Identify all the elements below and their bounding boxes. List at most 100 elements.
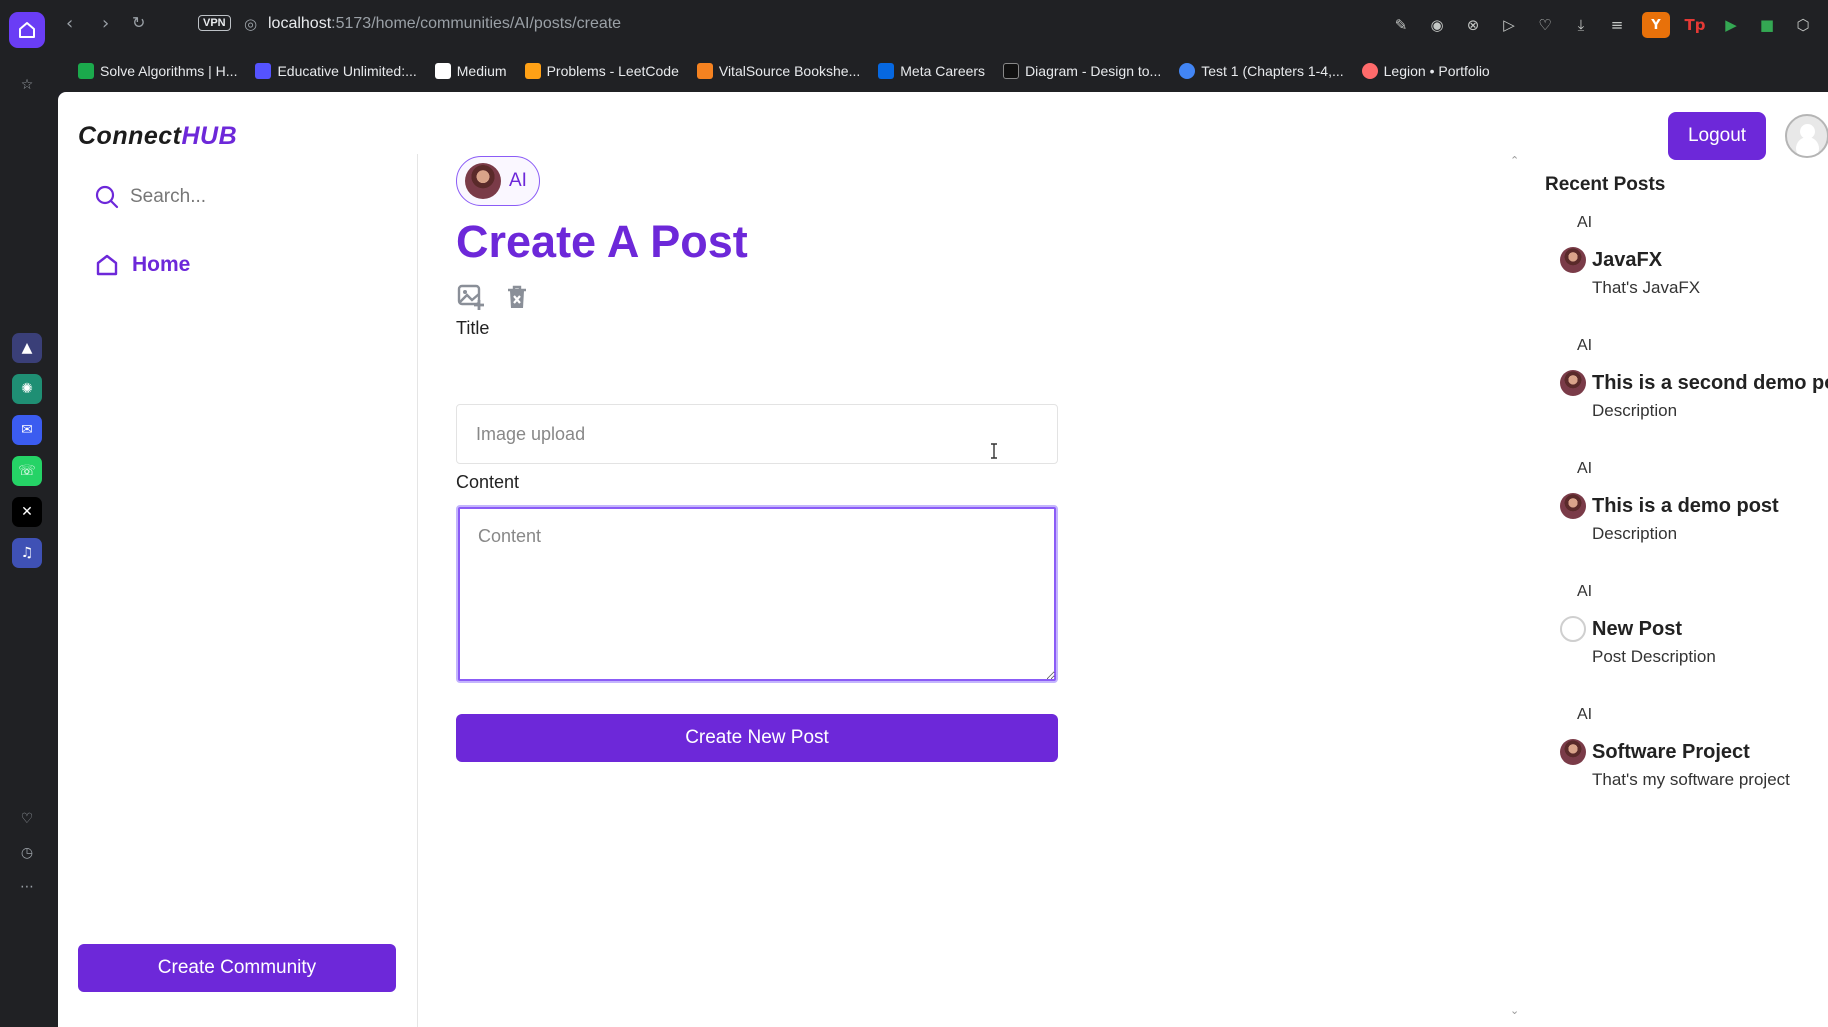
bookmark-item[interactable]: Test 1 (Chapters 1-4,... [1179,63,1344,79]
bookmark-favicon-icon [524,63,541,79]
home-icon [96,254,118,276]
bookmark-favicon-icon [878,63,895,79]
post-community: AI [1577,460,1593,477]
community-avatar [465,163,501,199]
left-sidebar: Home Create Community [58,154,418,1027]
scroll-up-icon[interactable]: ⌃ [1510,154,1519,167]
search-input[interactable] [130,186,330,208]
nav-home-label: Home [132,253,191,276]
content-textarea[interactable] [456,505,1058,683]
browser-home-icon[interactable] [9,12,45,48]
extension-tp-icon[interactable]: Tp [1684,14,1706,36]
toolbar-actions: ✎ ◉ ⊗ ▷ ♡ ⤓ ≡ Y Tp ▶ ■ ⬡ [1390,12,1814,38]
recent-post-item[interactable]: AI This is a second demo post Descriptio… [1560,337,1828,421]
camera-icon[interactable]: ◉ [1426,14,1448,36]
post-community: AI [1577,706,1593,723]
recent-post-item[interactable]: AI New Post Post Description [1560,583,1828,667]
post-avatar [1560,616,1586,642]
bookmark-item[interactable]: Problems - LeetCode [524,63,679,79]
post-community: AI [1577,337,1593,354]
vpn-badge[interactable]: VPN [198,15,231,31]
post-description: Post Description [1592,647,1716,666]
post-title: Software Project [1592,740,1750,763]
post-description: That's my software project [1592,770,1790,789]
add-image-icon[interactable] [456,282,486,312]
shield-icon[interactable]: ⊗ [1462,14,1484,36]
search-box [94,184,330,210]
x-icon[interactable]: ✕ [12,497,42,527]
post-title: This is a demo post [1592,494,1779,517]
scroll-down-icon[interactable]: ⌄ [1510,1004,1519,1017]
bookmark-item[interactable]: Medium [434,63,507,79]
menu-icon[interactable]: ≡ [1606,14,1628,36]
more-icon[interactable]: ⋯ [12,872,42,902]
bookmark-favicon-icon [1361,63,1378,79]
post-community: AI [1577,214,1593,231]
address-bar[interactable]: localhost:5173/home/communities/AI/posts… [268,15,621,33]
title-input[interactable] [456,404,1058,464]
arc-app-icon[interactable]: ▲ [12,333,42,363]
post-avatar [1560,739,1586,765]
star-icon[interactable]: ☆ [12,70,42,100]
post-description: Description [1592,524,1678,543]
forward-icon[interactable]: › [102,13,109,34]
create-post-form: AI Create A Post Title Content Create Ne… [418,154,1498,1027]
community-chip[interactable]: AI [456,156,540,206]
bookmark-favicon-icon [434,63,451,79]
heart-icon[interactable]: ♡ [1534,14,1556,36]
bookmark-item[interactable]: Diagram - Design to... [1003,63,1161,79]
user-avatar[interactable] [1785,114,1828,158]
delete-image-icon[interactable] [502,282,532,312]
browser-sidebar: ☆ ▲ ✺ ✉ ☏ ✕ ♫ ♡ ◷ ⋯ [0,0,58,1027]
back-icon[interactable]: ‹ [66,13,73,34]
post-description: Description [1592,401,1678,420]
post-community: AI [1577,583,1593,600]
search-icon [95,185,119,209]
extension-play-icon[interactable]: ▶ [1720,14,1742,36]
bookmark-favicon-icon [696,63,713,79]
logout-button[interactable]: Logout [1668,112,1766,160]
recent-post-item[interactable]: AI Software Project That's my software p… [1560,706,1828,790]
download-icon[interactable]: ⤓ [1570,14,1592,36]
title-label: Title [456,318,490,338]
post-title: JavaFX [1592,248,1663,271]
nav-home[interactable]: Home [94,252,190,278]
history-icon[interactable]: ◷ [12,838,42,868]
browser-toolbar: ‹ › ↻ VPN ◎ localhost:5173/home/communit… [58,0,1828,50]
url-path: :5173/home/communities/AI/posts/create [331,15,622,32]
post-avatar [1560,247,1586,273]
bookmark-item[interactable]: Solve Algorithms | H... [78,63,237,79]
whatsapp-icon[interactable]: ☏ [12,456,42,486]
edit-icon[interactable]: ✎ [1390,14,1412,36]
page-title: Create A Post [456,216,748,267]
globe-icon: ◎ [244,15,258,33]
bookmark-item[interactable]: Educative Unlimited:... [255,63,417,79]
bookmark-item[interactable]: VitalSource Bookshe... [696,63,860,79]
chatgpt-icon[interactable]: ✺ [12,374,42,404]
media-tools [456,282,532,312]
messenger-icon[interactable]: ✉ [12,415,42,445]
create-post-button[interactable]: Create New Post [456,714,1058,762]
bookmark-item[interactable]: Legion • Portfolio [1361,63,1490,79]
extensions-icon[interactable]: ⬡ [1792,14,1814,36]
reload-icon[interactable]: ↻ [132,13,145,32]
content-label: Content [456,472,520,492]
profile-avatar[interactable]: Y [1642,12,1670,38]
bookmarks-bar: Solve Algorithms | H... Educative Unlimi… [58,50,1828,92]
post-avatar [1560,370,1586,396]
recent-post-item[interactable]: AI JavaFX That's JavaFX [1560,214,1828,298]
bookmark-item[interactable]: Meta Careers [878,63,985,79]
music-icon[interactable]: ♫ [12,538,42,568]
recent-post-item[interactable]: AI This is a demo post Description [1560,460,1828,544]
extension-status-icon[interactable]: ■ [1756,14,1778,36]
heart-icon[interactable]: ♡ [12,804,42,834]
post-description: That's JavaFX [1592,278,1701,297]
bookmark-favicon-icon [78,63,94,79]
bookmark-favicon-icon [1003,63,1020,79]
play-icon[interactable]: ▷ [1498,14,1520,36]
bookmark-favicon-icon [1179,63,1196,79]
recent-posts-heading: Recent Posts [1545,174,1666,195]
app-logo[interactable]: ConnectHUB [78,122,237,151]
create-community-button[interactable]: Create Community [78,944,396,992]
text-cursor-icon [991,443,997,459]
